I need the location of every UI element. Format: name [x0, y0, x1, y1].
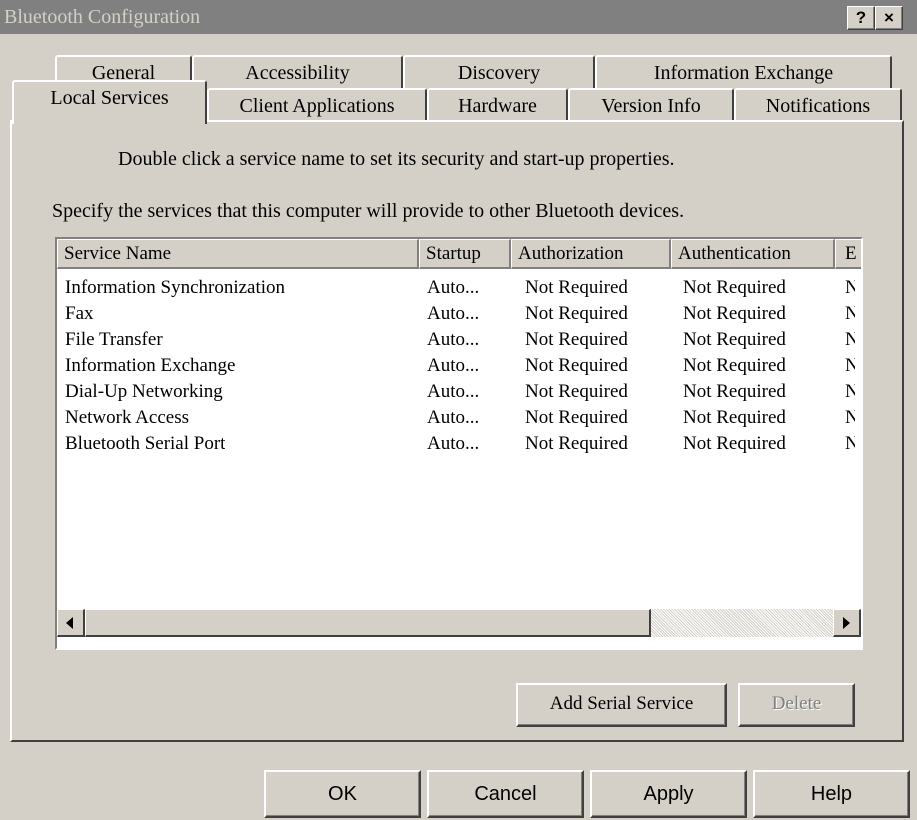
cell-encryption: N: [845, 353, 855, 379]
column-header-service-name[interactable]: Service Name: [57, 239, 419, 269]
cell-encryption: N: [845, 327, 855, 353]
arrow-left-icon: [66, 617, 73, 629]
cell-authorization: Not Required: [525, 329, 628, 350]
scrollbar-thumb[interactable]: [85, 609, 651, 637]
cell-service-name: Network Access: [65, 407, 189, 428]
cell-startup: Auto...: [427, 277, 480, 298]
column-header-startup[interactable]: Startup: [419, 239, 511, 269]
column-header-encryption[interactable]: E: [835, 239, 861, 269]
tab-version-info[interactable]: Version Info: [568, 88, 734, 122]
cell-service-name: Bluetooth Serial Port: [65, 433, 226, 454]
help-button[interactable]: Help: [753, 770, 910, 818]
cell-encryption: N: [845, 275, 855, 301]
tab-client-applications[interactable]: Client Applications: [207, 88, 427, 122]
table-row[interactable]: File Transfer Auto... Not Required Not R…: [57, 327, 861, 353]
ok-button[interactable]: OK: [264, 770, 421, 818]
cell-startup: Auto...: [427, 407, 480, 428]
cancel-button[interactable]: Cancel: [427, 770, 584, 818]
scroll-right-button[interactable]: [833, 609, 861, 637]
cell-authorization: Not Required: [525, 355, 628, 376]
tab-accessibility[interactable]: Accessibility: [192, 55, 403, 89]
cell-encryption: N: [845, 405, 855, 431]
apply-button[interactable]: Apply: [590, 770, 747, 818]
cell-authentication: Not Required: [683, 433, 786, 454]
cell-startup: Auto...: [427, 303, 480, 324]
cell-startup: Auto...: [427, 433, 480, 454]
arrow-right-icon: [843, 617, 850, 629]
cell-authorization: Not Required: [525, 433, 628, 454]
cell-authorization: Not Required: [525, 381, 628, 402]
instruction-specify-services: Specify the services that this computer …: [52, 200, 685, 222]
tab-notifications[interactable]: Notifications: [734, 88, 902, 122]
table-row[interactable]: Information Synchronization Auto... Not …: [57, 275, 861, 301]
instruction-double-click: Double click a service name to set its s…: [118, 148, 675, 170]
close-icon[interactable]: ×: [875, 6, 903, 30]
add-serial-service-button[interactable]: Add Serial Service: [516, 683, 727, 727]
cell-authorization: Not Required: [525, 407, 628, 428]
tab-hardware[interactable]: Hardware: [427, 88, 568, 122]
table-row[interactable]: Network Access Auto... Not Required Not …: [57, 405, 861, 431]
cell-encryption: N: [845, 301, 855, 327]
cell-startup: Auto...: [427, 381, 480, 402]
delete-button[interactable]: Delete: [738, 683, 855, 727]
table-row[interactable]: Dial-Up Networking Auto... Not Required …: [57, 379, 861, 405]
cell-startup: Auto...: [427, 355, 480, 376]
scroll-left-button[interactable]: [57, 609, 85, 637]
cell-startup: Auto...: [427, 329, 480, 350]
tab-information-exchange[interactable]: Information Exchange: [595, 55, 892, 89]
services-list[interactable]: Service Name Startup Authorization Authe…: [55, 237, 863, 650]
cell-authentication: Not Required: [683, 303, 786, 324]
tab-local-services[interactable]: Local Services: [12, 80, 207, 124]
cell-encryption: N: [845, 379, 855, 405]
cell-authorization: Not Required: [525, 303, 628, 324]
table-row[interactable]: Bluetooth Serial Port Auto... Not Requir…: [57, 431, 861, 457]
tab-discovery[interactable]: Discovery: [403, 55, 595, 89]
cell-authentication: Not Required: [683, 355, 786, 376]
cell-authorization: Not Required: [525, 277, 628, 298]
table-row[interactable]: Information Exchange Auto... Not Require…: [57, 353, 861, 379]
cell-authentication: Not Required: [683, 277, 786, 298]
cell-service-name: File Transfer: [65, 329, 163, 350]
horizontal-scrollbar[interactable]: [57, 609, 861, 637]
cell-authentication: Not Required: [683, 329, 786, 350]
cell-authentication: Not Required: [683, 381, 786, 402]
cell-service-name: Dial-Up Networking: [65, 381, 223, 402]
cell-service-name: Fax: [65, 303, 94, 324]
cell-authentication: Not Required: [683, 407, 786, 428]
cell-service-name: Information Exchange: [65, 355, 236, 376]
title-bar: Bluetooth Configuration ? ×: [0, 0, 917, 34]
cell-service-name: Information Synchronization: [65, 277, 286, 298]
table-row[interactable]: Fax Auto... Not Required Not Required N: [57, 301, 861, 327]
column-header-authorization[interactable]: Authorization: [511, 239, 671, 269]
window-title: Bluetooth Configuration: [4, 6, 201, 28]
cell-encryption: N: [845, 431, 855, 457]
help-title-button[interactable]: ?: [847, 6, 875, 30]
column-header-authentication[interactable]: Authentication: [671, 239, 835, 269]
